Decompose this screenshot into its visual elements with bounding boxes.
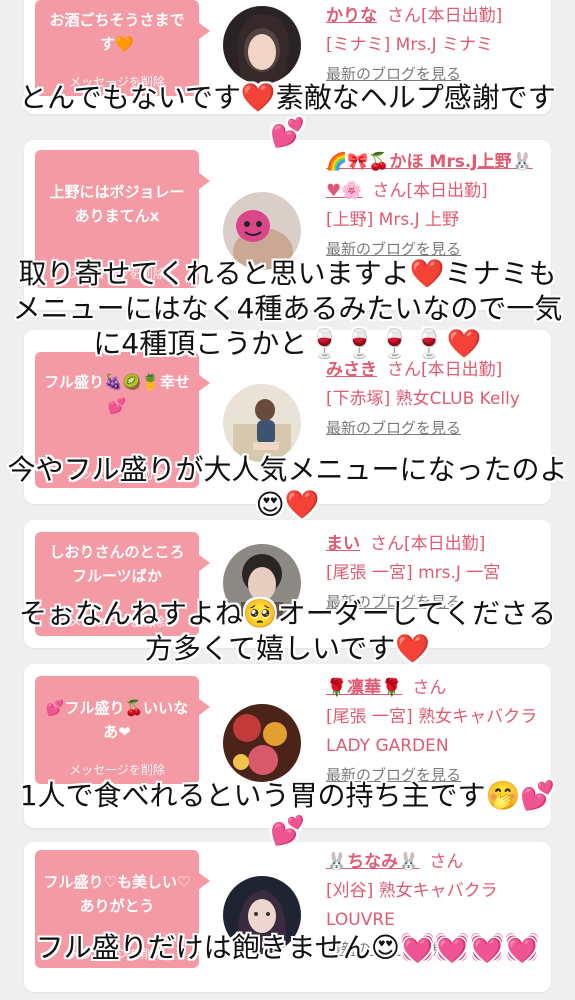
shop-name: [刈谷] 熟女キャバクラ LOUVRE: [326, 881, 498, 930]
message-text: お酒ごちそうさまです🧡: [49, 11, 185, 53]
delete-message-link[interactable]: メッセージを削除: [35, 761, 199, 778]
reply-caption: フル盛りだけは飽きません😍💓💓💓💓: [35, 931, 540, 964]
portrait-photo-icon: [223, 6, 301, 84]
cast-status: さん[本日出勤]: [372, 181, 488, 201]
cast-status: さん[本日出勤]: [387, 6, 503, 26]
shop-name: [尾張 一宮] 熟女キャバクラ LADY GARDEN: [326, 707, 538, 756]
message-text: しおりさんのところフルーツばか: [49, 543, 185, 585]
flowers-photo-icon: [223, 704, 301, 782]
avatar[interactable]: [223, 704, 301, 782]
reply-caption: そぉなんねすよね🥺オーダーしてくださる方多くて嬉しいです❤️: [18, 597, 557, 665]
cast-status: さん: [412, 678, 447, 698]
reply-caption: 1人で食べれるという胃の持ち主です🤭💕💕: [19, 779, 556, 847]
message-card: フル盛り♡も美しい♡ありがとう メッセージを削除 🐰ちなみ🐰 さん [刈谷] 熟女…: [24, 842, 551, 992]
reply-caption: 今やフル盛りが大人気メニューになったのよ😍❤️: [7, 453, 568, 521]
message-text: 上野にはボジョレーありまてんx: [49, 183, 185, 225]
seated-woman-photo-icon: [223, 384, 301, 462]
shop-name: [ミナミ] Mrs.J ミナミ: [326, 35, 494, 55]
shop-name: [上野] Mrs.J 上野: [326, 210, 460, 230]
message-text: フル盛り🍇🥝🍍幸せ💕: [43, 373, 191, 415]
cast-info: みさき さん[本日出勤] [下赤塚] 熟女CLUB Kelly 最新のブログを見る: [326, 356, 541, 443]
avatar[interactable]: [223, 6, 301, 84]
cast-info: 🌈🎀🍒かほ Mrs.J上野🐰♥🌸 さん[本日出勤] [上野] Mrs.J 上野 最…: [326, 148, 541, 264]
cast-name-link[interactable]: まい: [326, 534, 360, 554]
cast-name-link[interactable]: 🌹凛華🌹: [326, 678, 402, 698]
message-bubble: 💕フル盛り🍒いいなあ❤ メッセージを削除: [35, 676, 210, 784]
reply-caption: とんでもないです❤️素敵なヘルプ感謝です💕: [19, 81, 556, 149]
reply-caption: 取り寄せてくれると思いますよ❤️ミナミもメニューにはなく4種あるみたいなので一気…: [12, 257, 563, 360]
cast-status: さん[本日出勤]: [387, 360, 503, 380]
cast-info: 🌹凛華🌹 さん [尾張 一宮] 熟女キャバクラ LADY GARDEN 最新のブロ…: [326, 674, 541, 790]
cast-info: かりな さん[本日出勤] [ミナミ] Mrs.J ミナミ 最新のブログを見る: [326, 2, 541, 89]
cast-name-link[interactable]: みさき: [326, 360, 377, 380]
avatar[interactable]: [223, 384, 301, 462]
cast-name-link[interactable]: かりな: [326, 6, 377, 26]
message-text: フル盛り♡も美しい♡ありがとう: [43, 873, 191, 915]
shop-name: [尾張 一宮] mrs.J 一宮: [326, 563, 501, 583]
cast-status: さん[本日出勤]: [370, 534, 486, 554]
cast-name-link[interactable]: 🐰ちなみ🐰: [326, 852, 419, 872]
message-text: 💕フル盛り🍒いいなあ❤: [45, 699, 189, 741]
shop-name: [下赤塚] 熟女CLUB Kelly: [326, 389, 520, 409]
latest-blog-link[interactable]: 最新のブログを見る: [326, 419, 461, 437]
cast-status: さん: [429, 852, 464, 872]
